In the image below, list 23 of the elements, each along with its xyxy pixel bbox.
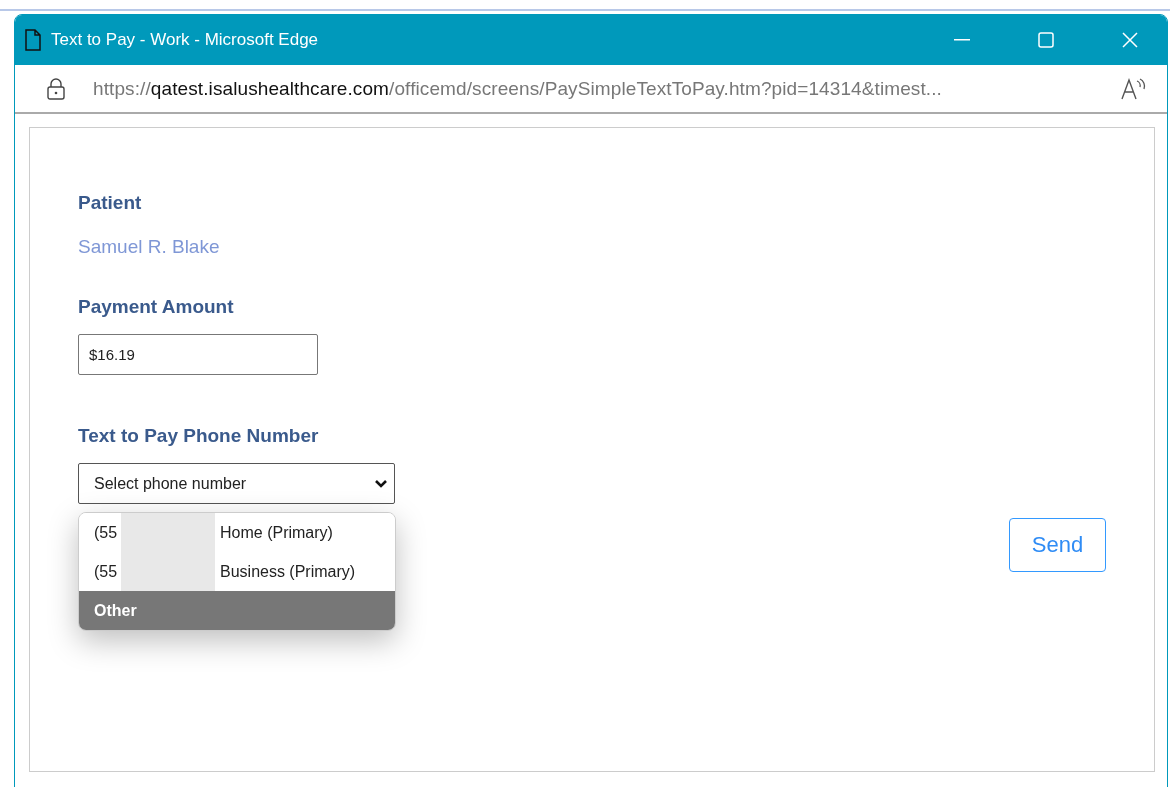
phone-type: Home (Primary) bbox=[220, 523, 333, 542]
dropdown-option[interactable]: (55 Business (Primary) bbox=[79, 552, 395, 591]
field-label: Text to Pay Phone Number bbox=[78, 425, 320, 447]
minimize-icon bbox=[954, 39, 970, 41]
dropdown-option[interactable]: Other bbox=[79, 591, 395, 630]
phone-select[interactable]: Select phone number bbox=[78, 463, 395, 504]
field-label: Patient bbox=[78, 192, 143, 214]
maximize-icon bbox=[1038, 32, 1054, 48]
page-icon bbox=[25, 29, 41, 51]
option-label: Other bbox=[94, 601, 137, 620]
chevron-down-icon bbox=[374, 478, 388, 489]
window-title: Text to Pay - Work - Microsoft Edge bbox=[51, 30, 320, 50]
patient-name: Samuel R. Blake bbox=[78, 236, 221, 258]
read-aloud-icon[interactable] bbox=[1121, 77, 1147, 100]
field-label: Payment Amount bbox=[78, 296, 235, 318]
dropdown-option[interactable]: (55 Home (Primary) bbox=[79, 513, 395, 552]
lock-icon[interactable] bbox=[47, 77, 65, 100]
phone-number: (55 bbox=[94, 523, 119, 542]
amount-field[interactable]: $16.19 bbox=[78, 334, 318, 375]
phone-number: (55 bbox=[94, 562, 119, 581]
url-text[interactable]: https://qatest.isalushealthcare.com/officemd/screens/PaySimpleTextToPay.htm?pid=14314&timest... bbox=[93, 77, 1093, 100]
close-icon bbox=[1122, 32, 1138, 48]
phone-type: Business (Primary) bbox=[220, 562, 356, 581]
